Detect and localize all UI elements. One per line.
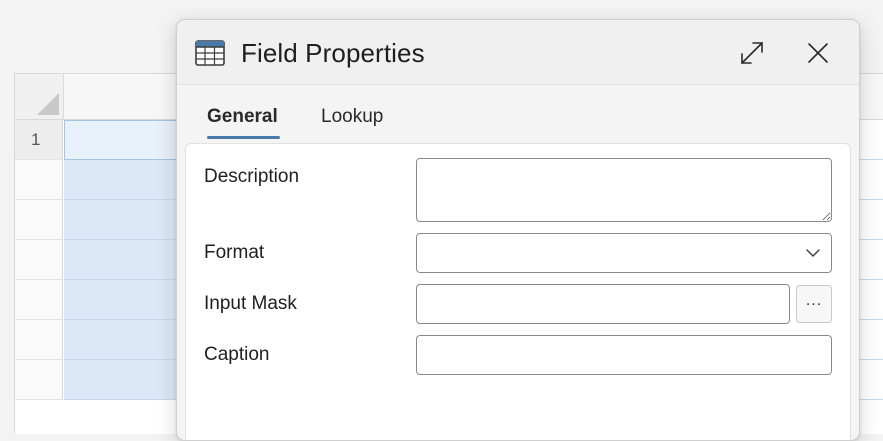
row-header[interactable] [15,320,63,360]
selected-column-cell[interactable] [64,160,184,200]
caption-label: Caption [204,344,270,365]
field-properties-dialog: Field Properties General Lookup Descript… [176,19,860,441]
selected-column-cell[interactable] [64,320,184,360]
chevron-down-icon [806,249,820,257]
input-mask-field[interactable] [416,284,790,324]
active-tab-indicator [207,136,280,139]
close-button[interactable] [801,36,835,70]
input-mask-label: Input Mask [204,293,297,314]
selected-column-cell[interactable] [64,360,184,400]
selected-column-cell[interactable] [64,280,184,320]
format-dropdown[interactable] [416,233,832,273]
description-field[interactable] [416,158,832,222]
row-header[interactable] [15,360,63,400]
row-header[interactable] [15,200,63,240]
tab-strip: General Lookup [177,102,859,142]
tab-general[interactable]: General [207,106,278,136]
description-label: Description [204,166,300,187]
general-properties-panel: Description Format Input Mask ... Captio… [185,143,851,440]
row-header[interactable] [15,160,63,200]
dialog-titlebar[interactable]: Field Properties [177,20,859,85]
tab-lookup[interactable]: Lookup [321,106,383,136]
selected-column-cell[interactable] [64,200,184,240]
table-icon [195,40,225,66]
selected-cell[interactable] [64,120,184,160]
expand-button[interactable] [735,36,769,70]
caption-field[interactable] [416,335,832,375]
format-label: Format [204,242,265,263]
row-header-1[interactable]: 1 [15,120,63,160]
close-icon [808,43,828,63]
row-header[interactable] [15,280,63,320]
selected-column-cell[interactable] [64,240,184,280]
expand-icon [741,42,763,64]
select-all-corner[interactable] [15,74,64,120]
dialog-title: Field Properties [241,38,425,68]
select-all-triangle-icon [37,93,59,115]
input-mask-builder-button[interactable]: ... [796,285,832,323]
row-header[interactable] [15,240,63,280]
